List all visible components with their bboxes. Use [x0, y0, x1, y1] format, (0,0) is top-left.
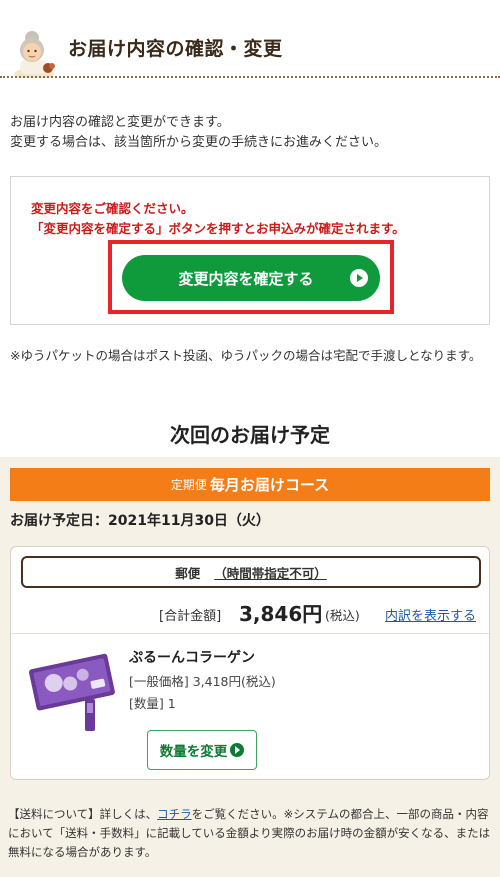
- total-amount: 3,846円: [239, 602, 323, 626]
- footnote-text-before: 【送料について】詳しくは、: [8, 807, 158, 821]
- confirm-changes-button[interactable]: 変更内容を確定する: [122, 255, 380, 301]
- arrow-right-circle-icon: [350, 269, 368, 287]
- confirm-panel: 変更内容をご確認ください。 「変更内容を確定する」ボタンを押すとお申込みが確定さ…: [10, 176, 490, 325]
- shipping-info-link[interactable]: コチラ: [157, 807, 192, 821]
- intro-line-1: お届け内容の確認と変更ができます。: [10, 115, 230, 130]
- product-price: [一般価格] 3,418円(税込): [129, 674, 276, 689]
- product-quantity: [数量] 1: [129, 696, 176, 711]
- next-delivery-title: 次回のお届け予定: [170, 423, 330, 447]
- shipping-method: 郵便: [175, 565, 201, 581]
- shipping-footnote: 【送料について】詳しくは、コチラをご覧ください。※システムの都合上、一部の商品・…: [8, 805, 492, 862]
- change-quantity-label: 数量を変更: [159, 744, 228, 760]
- course-prefix: 定期便: [170, 478, 207, 492]
- intro-text: お届け内容の確認と変更ができます。 変更する場合は、該当箇所から変更の手続きにお…: [10, 113, 490, 153]
- total-row: [合計金額] 3,846円 (税込) 内訳を表示する: [11, 598, 491, 628]
- show-breakdown-link[interactable]: 内訳を表示する: [385, 605, 476, 624]
- shipping-method-box: 郵便 （時間帯指定不可）: [21, 556, 481, 588]
- confirm-notice-line-1: 変更内容をご確認ください。: [31, 201, 194, 216]
- confirm-changes-label: 変更内容を確定する: [178, 269, 314, 288]
- delivery-date: お届け予定日：2021年11月30日（火）: [10, 513, 270, 529]
- total-label: [合計金額]: [159, 609, 222, 624]
- confirm-notice-line-2: 「変更内容を確定する」ボタンを押すとお申込みが確定されます。: [31, 221, 405, 236]
- confirm-notice: 変更内容をご確認ください。 「変更内容を確定する」ボタンを押すとお申込みが確定さ…: [31, 199, 481, 239]
- page-title: お届け内容の確認・変更: [68, 38, 283, 60]
- product-name: ぷるーんコラーゲン: [129, 650, 255, 666]
- page-header: お届け内容の確認・変更: [0, 0, 500, 80]
- intro-line-2: 変更する場合は、該当箇所から変更の手続きにお進みください。: [10, 135, 388, 150]
- delivery-method-note: ※ゆうパケットの場合はポスト投函、ゆうパックの場合は宅配で手渡しとなります。: [10, 348, 482, 363]
- tax-note: (税込): [325, 608, 360, 623]
- change-quantity-button[interactable]: 数量を変更: [147, 730, 257, 770]
- card-divider: [11, 633, 491, 634]
- grandma-mascot-icon: [14, 31, 55, 78]
- header-divider: [0, 76, 500, 79]
- order-card: 郵便 （時間帯指定不可） [合計金額] 3,846円 (税込) 内訳を表示する …: [10, 546, 491, 780]
- course-banner: 定期便 毎月お届けコース: [10, 468, 490, 501]
- course-name: 毎月お届けコース: [209, 476, 330, 494]
- time-restriction: （時間帯指定不可）: [214, 565, 327, 581]
- arrow-right-circle-icon: [230, 743, 245, 757]
- product-image: [29, 653, 115, 731]
